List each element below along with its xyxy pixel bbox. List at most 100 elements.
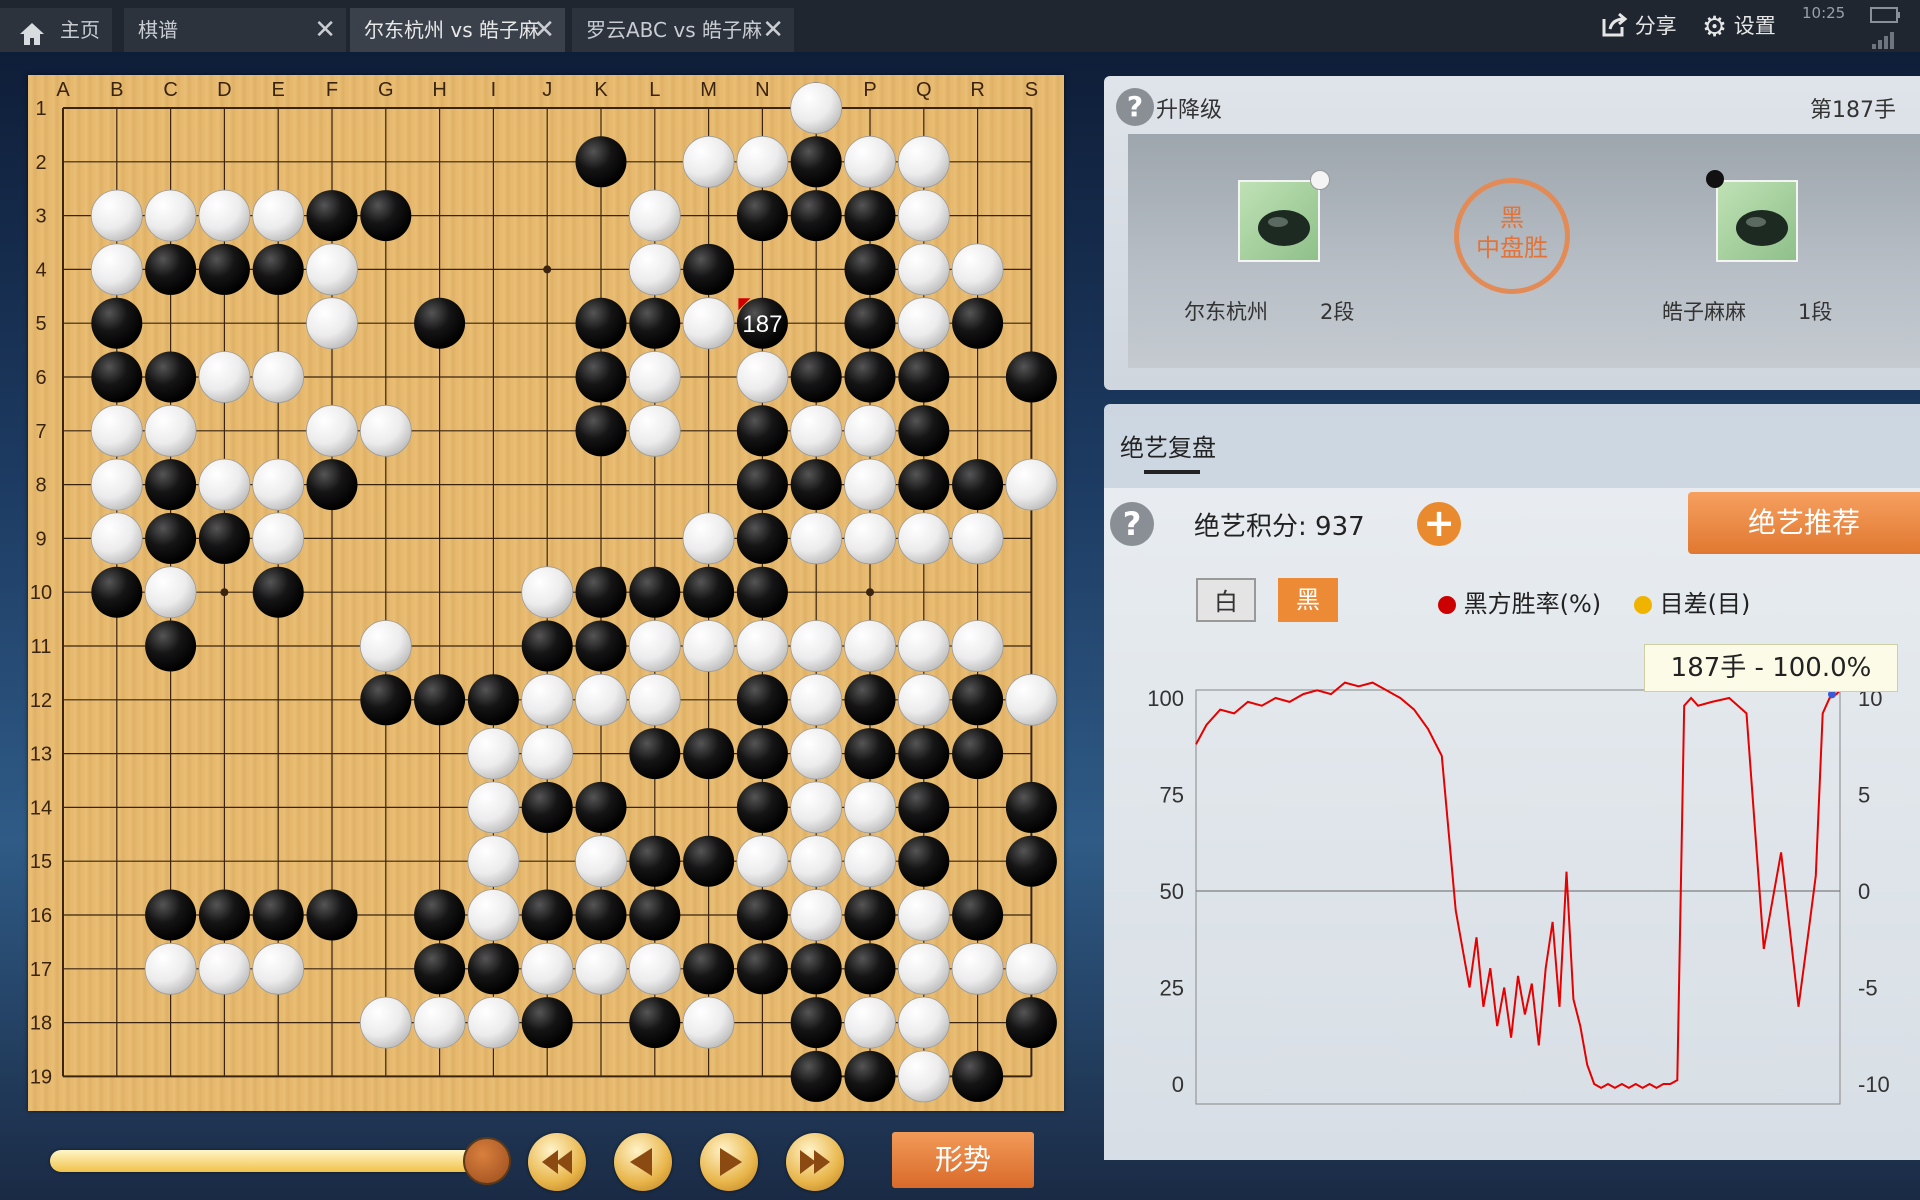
close-icon[interactable]: ✕ bbox=[314, 8, 336, 52]
black-stone bbox=[844, 190, 896, 242]
battery-icon bbox=[1870, 7, 1900, 23]
white-stone bbox=[521, 727, 574, 780]
column-label: S bbox=[1025, 79, 1038, 101]
black-stone bbox=[91, 351, 143, 403]
home-icon bbox=[20, 23, 44, 45]
row-label: 19 bbox=[30, 1066, 52, 1088]
white-player-avatar[interactable] bbox=[1716, 180, 1798, 262]
black-stone bbox=[629, 889, 681, 941]
last-move-button[interactable] bbox=[786, 1133, 844, 1191]
row-label: 10 bbox=[30, 582, 52, 604]
black-stone bbox=[952, 728, 1004, 780]
ai-recommend-button[interactable]: 绝艺推荐 bbox=[1688, 492, 1920, 554]
board-canvas[interactable]: ABCDEFGHIJKLMNOPQRS123456789101112131415… bbox=[28, 75, 1064, 1111]
white-stone bbox=[359, 404, 412, 457]
white-filter-button[interactable]: 白 bbox=[1196, 578, 1256, 622]
close-icon[interactable]: ✕ bbox=[762, 8, 784, 52]
white-stone bbox=[359, 620, 412, 672]
black-stone bbox=[521, 620, 573, 672]
black-stone bbox=[736, 405, 788, 457]
black-stone bbox=[790, 351, 842, 403]
white-stone bbox=[413, 996, 466, 1049]
y-tick-right: 0 bbox=[1858, 879, 1870, 904]
white-stone bbox=[521, 673, 574, 726]
black-stone bbox=[360, 190, 412, 242]
row-label: 16 bbox=[30, 905, 52, 927]
share-label: 分享 bbox=[1634, 14, 1677, 38]
chart-tooltip: 187手 - 100.0% bbox=[1644, 644, 1898, 692]
tab-game-2[interactable]: 罗云ABC vs 皓子麻 ✕ bbox=[572, 8, 794, 52]
black-stone bbox=[952, 1050, 1004, 1102]
white-stone bbox=[575, 835, 627, 888]
white-stone bbox=[897, 620, 950, 672]
plot-frame bbox=[1195, 689, 1841, 1105]
black-stone bbox=[844, 1050, 896, 1102]
column-label: M bbox=[700, 79, 717, 101]
game-type-label: 升降级 bbox=[1156, 98, 1223, 123]
share-button[interactable]: 分享 bbox=[1600, 10, 1677, 42]
black-stone bbox=[683, 728, 735, 780]
white-stone bbox=[844, 996, 896, 1049]
black-stone bbox=[898, 728, 950, 780]
row-label: 8 bbox=[35, 475, 46, 497]
close-icon[interactable]: ✕ bbox=[533, 8, 555, 52]
help-icon[interactable]: ? bbox=[1116, 88, 1154, 126]
black-stone bbox=[1005, 835, 1057, 887]
column-label: D bbox=[217, 79, 231, 101]
black-stone bbox=[629, 835, 681, 887]
black-stone bbox=[736, 728, 788, 780]
black-filter-button[interactable]: 黑 bbox=[1278, 578, 1338, 622]
column-label: K bbox=[594, 79, 608, 101]
tab-ai-review[interactable]: 绝艺复盘 bbox=[1120, 428, 1216, 463]
black-stone bbox=[198, 243, 250, 295]
winrate-chart[interactable]: 10075502501050-5-10 bbox=[1104, 660, 1920, 1120]
white-player-name: 皓子麻麻 bbox=[1662, 300, 1746, 324]
black-stone bbox=[575, 889, 627, 941]
go-board[interactable]: ABCDEFGHIJKLMNOPQRS123456789101112131415… bbox=[28, 75, 1064, 1111]
black-stone bbox=[91, 566, 143, 618]
white-stone bbox=[628, 189, 681, 242]
next-move-button[interactable] bbox=[700, 1133, 758, 1191]
black-stone bbox=[683, 943, 735, 995]
row-label: 13 bbox=[30, 744, 52, 766]
white-stone bbox=[897, 512, 950, 565]
white-stone bbox=[521, 942, 574, 995]
white-stone bbox=[790, 404, 843, 457]
black-stone bbox=[575, 297, 627, 349]
white-stone bbox=[844, 835, 896, 888]
y-tick-left: 100 bbox=[1147, 686, 1184, 711]
add-points-button[interactable]: + bbox=[1417, 502, 1461, 546]
black-stone bbox=[629, 997, 681, 1049]
first-move-button[interactable] bbox=[528, 1133, 586, 1191]
white-stone bbox=[198, 351, 251, 403]
black-stone bbox=[360, 674, 412, 726]
black-stone bbox=[736, 674, 788, 726]
white-stone bbox=[951, 512, 1004, 565]
tab-home[interactable]: 主页 bbox=[0, 8, 112, 52]
white-stone bbox=[144, 942, 197, 995]
settings-label: 设置 bbox=[1733, 14, 1776, 38]
y-tick-right: 5 bbox=[1858, 783, 1870, 808]
black-stone bbox=[575, 566, 627, 618]
white-stone bbox=[628, 243, 681, 296]
black-stone bbox=[952, 889, 1004, 941]
row-label: 15 bbox=[30, 851, 52, 873]
help-icon[interactable]: ? bbox=[1110, 502, 1154, 546]
white-stone bbox=[790, 512, 843, 565]
black-stone bbox=[145, 512, 197, 564]
prev-move-button[interactable] bbox=[614, 1133, 672, 1191]
white-stone bbox=[90, 404, 143, 457]
black-stone bbox=[629, 297, 681, 349]
tab-game-1[interactable]: 尔东杭州 vs 皓子麻 ✕ bbox=[350, 8, 565, 52]
black-player-avatar[interactable] bbox=[1238, 180, 1320, 262]
move-slider-handle[interactable] bbox=[463, 1137, 511, 1185]
black-stone bbox=[467, 943, 519, 995]
tab-records[interactable]: 棋谱 ✕ bbox=[124, 8, 346, 52]
ai-score-label: 绝艺积分: 937 bbox=[1194, 512, 1365, 542]
white-stone bbox=[897, 889, 950, 941]
move-slider[interactable] bbox=[50, 1150, 490, 1172]
settings-button[interactable]: ⚙ 设置 bbox=[1702, 10, 1776, 43]
trend-button[interactable]: 形势 bbox=[892, 1132, 1034, 1188]
row-label: 12 bbox=[30, 690, 52, 712]
row-label: 11 bbox=[31, 636, 52, 658]
